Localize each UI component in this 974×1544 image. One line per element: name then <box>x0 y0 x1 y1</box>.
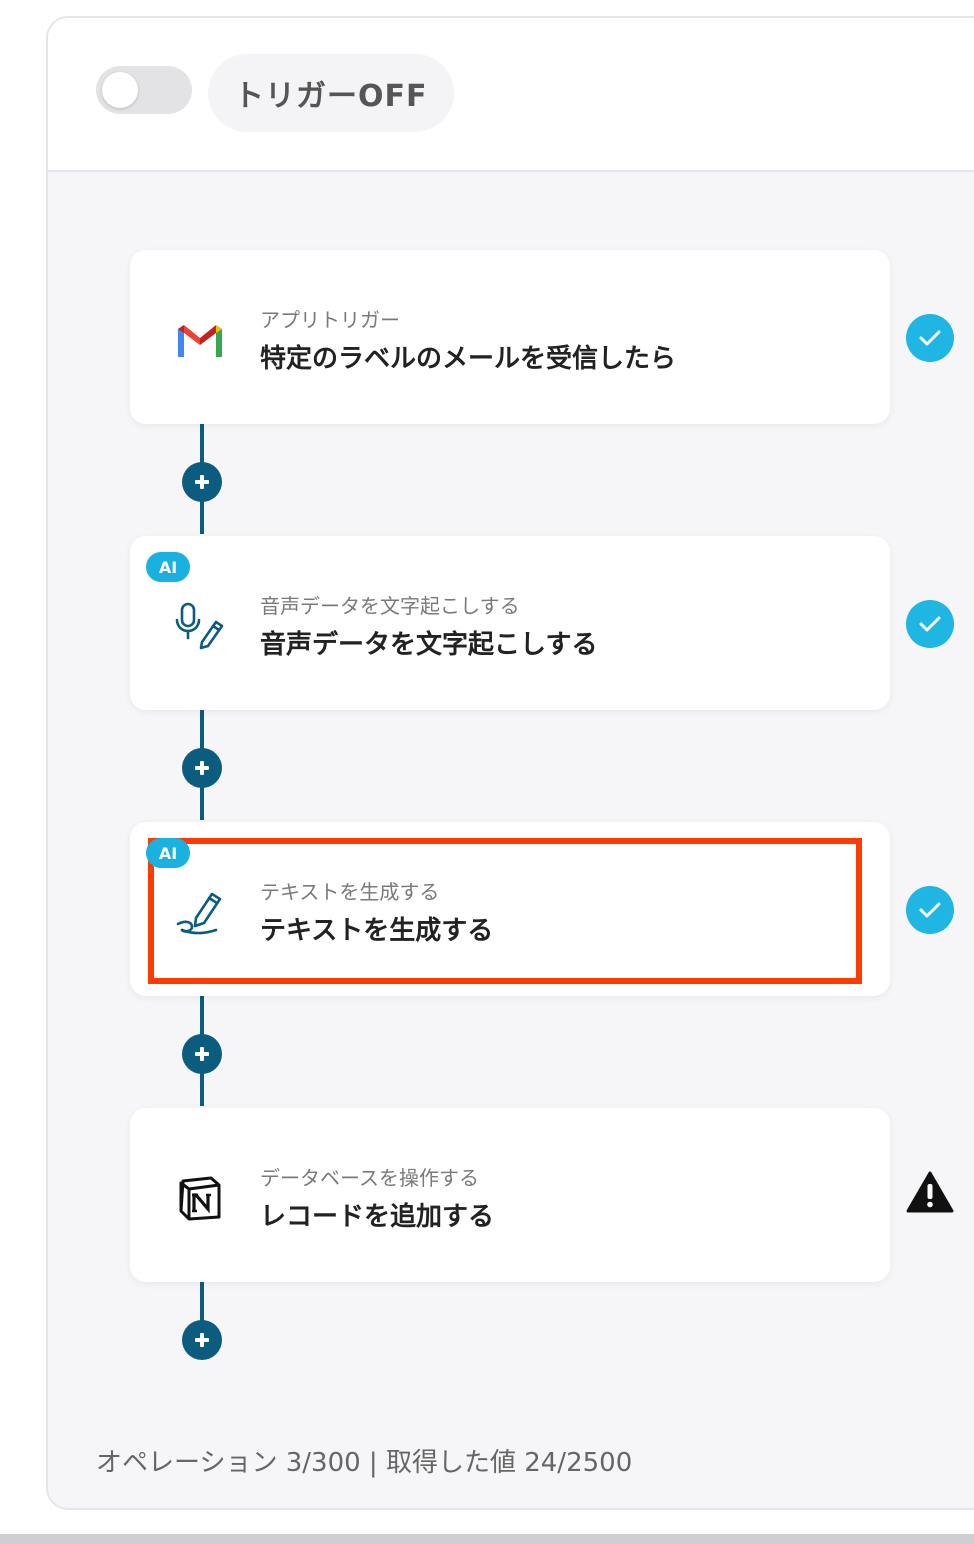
ai-badge: AI <box>146 552 190 582</box>
notion-icon <box>170 1168 230 1228</box>
gmail-icon <box>170 310 230 370</box>
bottom-bar <box>0 1534 974 1544</box>
add-step-button[interactable] <box>182 462 222 502</box>
check-icon <box>906 314 954 362</box>
step-card-generate-text[interactable]: AI テキストを生成する テキストを生成する <box>130 822 890 996</box>
add-step-button[interactable] <box>182 1034 222 1074</box>
check-icon <box>906 600 954 648</box>
step-action-title: レコードを追加する <box>260 1202 495 1232</box>
toggle-knob <box>102 72 138 108</box>
step-app-name: 音声データを文字起こしする <box>260 594 520 618</box>
step-action-title: 特定のラベルのメールを受信したら <box>260 344 677 374</box>
pen-wave-icon <box>170 882 230 942</box>
trigger-status-label: トリガーOFF <box>208 54 454 132</box>
step-action-title: 音声データを文字起こしする <box>260 630 598 660</box>
step-app-name: アプリトリガー <box>260 308 400 332</box>
add-step-button[interactable] <box>182 748 222 788</box>
step-card-notion-record[interactable]: データベースを操作する レコードを追加する <box>130 1108 890 1282</box>
trigger-toggle[interactable] <box>96 66 192 114</box>
step-app-name: データベースを操作する <box>260 1166 479 1190</box>
warning-icon <box>906 1170 954 1218</box>
check-icon <box>906 886 954 934</box>
step-card-gmail-trigger[interactable]: アプリトリガー 特定のラベルのメールを受信したら <box>130 250 890 424</box>
flow-panel: トリガーOFF アプリトリガー 特定のラベルのメールを受信したら AI 音声デー… <box>46 16 974 1510</box>
panel-header: トリガーOFF <box>48 18 974 172</box>
step-action-title: テキストを生成する <box>260 916 494 946</box>
ai-badge: AI <box>146 838 190 868</box>
step-card-transcribe[interactable]: AI 音声データを文字起こしする 音声データを文字起こしする <box>130 536 890 710</box>
add-step-button[interactable] <box>182 1320 222 1360</box>
mic-pen-icon <box>170 596 230 656</box>
step-app-name: テキストを生成する <box>260 880 440 904</box>
usage-summary: オペレーション 3/300 | 取得した値 24/2500 <box>96 1448 633 1478</box>
